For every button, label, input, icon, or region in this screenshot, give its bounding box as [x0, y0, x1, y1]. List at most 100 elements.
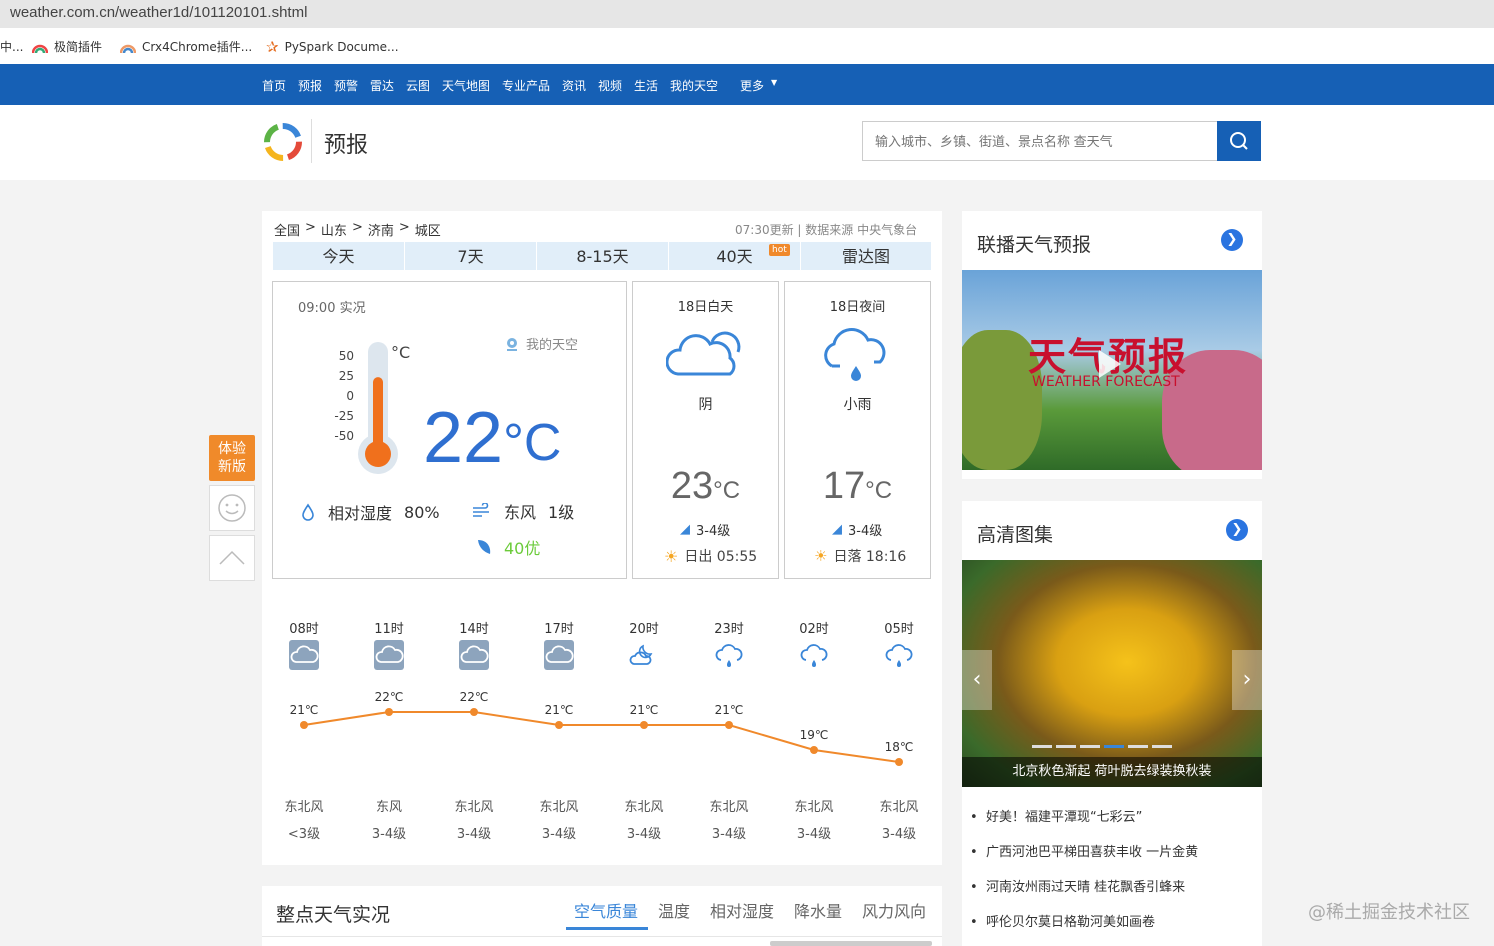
nav-weather-map[interactable]: 天气地图 — [442, 77, 490, 94]
prev-arrow-icon[interactable]: ‹ — [962, 650, 992, 710]
nav-radar[interactable]: 雷达 — [370, 77, 394, 94]
play-icon[interactable] — [1099, 350, 1121, 378]
feedback-button[interactable] — [209, 485, 255, 531]
news-item[interactable]: • 河南汝州雨过天晴 桂花飘香引蜂来 — [970, 876, 1185, 895]
rainbow-icon — [32, 44, 48, 53]
tab-air-quality[interactable]: 空气质量 — [574, 898, 638, 922]
nav-video[interactable]: 视频 — [598, 77, 622, 94]
news-text: 广西河池巴平梯田喜获丰收 一片金黄 — [985, 845, 1199, 860]
nav-more[interactable]: 更多 — [740, 77, 764, 94]
news-text: 呼伦贝尔莫日格勒河美如画卷 — [985, 915, 1155, 930]
news-item[interactable]: • 好美！福建平潭现“七彩云” — [970, 806, 1142, 825]
smiley-icon — [218, 494, 246, 522]
gallery-caption[interactable]: 北京秋色渐起 荷叶脱去绿装换秋装 — [962, 757, 1262, 787]
update-info: 07:30更新 | 数据来源 中央气象台 — [735, 223, 918, 237]
air-quality[interactable]: 40优 — [476, 535, 540, 559]
tab-radar[interactable]: 雷达图 — [801, 242, 931, 272]
current-temp-unit: °C — [503, 414, 562, 472]
night-desc: 小雨 — [843, 397, 872, 413]
day-wind: ◢ 3-4级 — [680, 520, 730, 539]
tab-precipitation[interactable]: 降水量 — [794, 898, 842, 922]
thermometer-icon — [358, 342, 398, 474]
scroll-indicator[interactable] — [770, 941, 932, 946]
broadcast-title: 联播天气预报 — [977, 234, 1092, 256]
day-temp-unit: °C — [713, 477, 741, 504]
carousel-dot[interactable] — [1032, 745, 1052, 748]
back-to-top-button[interactable] — [209, 535, 255, 581]
carousel-dot-active[interactable] — [1104, 745, 1124, 748]
nav-life[interactable]: 生活 — [634, 77, 658, 94]
crumb-china[interactable]: 全国 — [274, 220, 300, 239]
scale-tick: 50 — [338, 349, 354, 363]
tab-today[interactable]: 今天 — [273, 242, 404, 272]
chevron-right-icon[interactable]: ❯ — [1221, 229, 1243, 251]
tab-humidity[interactable]: 相对湿度 — [710, 898, 774, 922]
crumb-sep: > — [398, 220, 410, 235]
nav-pro[interactable]: 专业产品 — [502, 77, 550, 94]
overcast-icon — [289, 640, 319, 670]
water-drop-icon — [302, 503, 314, 521]
broadcast-video[interactable]: 天气预报 WEATHER FORECAST — [962, 270, 1262, 470]
my-sky-link[interactable]: 我的天空 — [504, 334, 578, 353]
nav-my-sky[interactable]: 我的天空 — [670, 77, 718, 94]
hour-wind-dir: 东北风 — [454, 800, 494, 815]
url-text: weather.com.cn/weather1d/101120101.shtml — [10, 4, 308, 21]
carousel-dot[interactable] — [1080, 745, 1100, 748]
tab-wind[interactable]: 风力风向 — [862, 898, 926, 922]
nav-forecast[interactable]: 预报 — [298, 77, 322, 94]
humidity-value: 80% — [404, 502, 440, 522]
overcast-cloud-icon — [666, 331, 741, 376]
star-icon: ✰ — [266, 38, 279, 56]
sunrise-time: 日出 05:55 — [684, 549, 758, 565]
city-search-input[interactable] — [862, 121, 1218, 161]
nav-home[interactable]: 首页 — [262, 77, 286, 94]
crumb-shandong[interactable]: 山东 — [321, 220, 347, 239]
night-temp: 17°C — [784, 465, 931, 508]
hour-label: 11时 — [374, 622, 404, 637]
chevron-right-icon[interactable]: ❯ — [1226, 519, 1248, 541]
nav-warning[interactable]: 预警 — [334, 77, 358, 94]
day-temp: 23°C — [632, 465, 779, 508]
bookmark-jijian[interactable]: 极简插件 — [32, 38, 102, 55]
wind-arrow-icon: ◢ — [680, 522, 690, 537]
tab-8-15days[interactable]: 8-15天 — [537, 242, 668, 272]
news-item[interactable]: • 广西河池巴平梯田喜获丰收 一片金黄 — [970, 841, 1198, 860]
nav-cloud[interactable]: 云图 — [406, 77, 430, 94]
next-arrow-icon[interactable]: › — [1232, 650, 1262, 710]
hour-wind-dir: 东北风 — [794, 800, 834, 815]
chevron-up-icon — [219, 550, 245, 565]
hour-wind-dir: 东北风 — [624, 800, 664, 815]
aqi-value: 40优 — [504, 539, 541, 558]
tab-temperature[interactable]: 温度 — [658, 898, 690, 922]
partly-cloudy-night-icon — [629, 640, 659, 670]
bookmark-pyspark[interactable]: ✰ PySpark Docume... — [266, 38, 399, 56]
hour-wind-level: 3-4级 — [541, 827, 577, 842]
weather-logo-icon[interactable] — [262, 121, 304, 163]
light-rain-icon — [799, 640, 829, 670]
hour-wind-level: 3-4级 — [626, 827, 662, 842]
tab-7days[interactable]: 7天 — [405, 242, 536, 272]
bookmark-label: PySpark Docume... — [284, 40, 399, 54]
sunset: ☀ 日落 18:16 — [814, 546, 906, 566]
crumb-jinan[interactable]: 济南 — [368, 220, 394, 239]
hour-wind-dir: 东风 — [375, 800, 402, 815]
nav-news[interactable]: 资讯 — [562, 77, 586, 94]
hour-wind-dir: 东北风 — [284, 800, 324, 815]
address-bar[interactable]: weather.com.cn/weather1d/101120101.shtml — [0, 0, 1494, 28]
hour-wind-level: 3-4级 — [796, 827, 832, 842]
light-rain-icon — [824, 328, 886, 381]
search-button[interactable] — [1217, 121, 1261, 161]
bookmark-0[interactable]: 中... — [0, 38, 23, 55]
carousel-dot[interactable] — [1128, 745, 1148, 748]
divider — [262, 936, 942, 937]
bookmark-crx4chrome[interactable]: Crx4Chrome插件... — [120, 38, 252, 55]
news-item[interactable]: • 呼伦贝尔莫日格勒河美如画卷 — [970, 911, 1155, 930]
humidity-label: 相对湿度 — [328, 504, 393, 523]
carousel-dot[interactable] — [1056, 745, 1076, 748]
carousel-dot[interactable] — [1152, 745, 1172, 748]
gallery-image[interactable]: ‹ › 北京秋色渐起 荷叶脱去绿装换秋装 — [962, 560, 1262, 787]
night-title: 18日夜间 — [829, 300, 886, 315]
new-version-button[interactable]: 体验新版 — [209, 435, 255, 481]
current-temp-value: 22 — [423, 398, 504, 478]
watermark: @稀土掘金技术社区 — [1308, 902, 1470, 923]
